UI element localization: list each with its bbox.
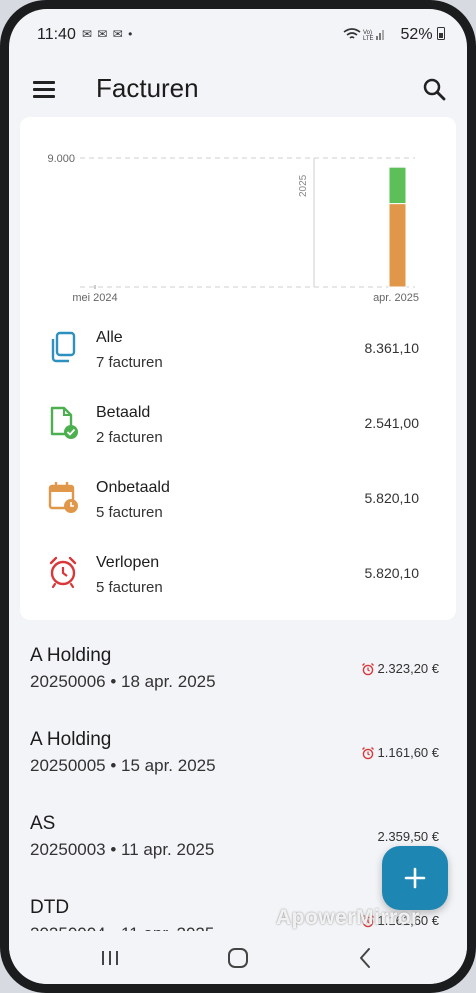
battery-icon [437,27,445,40]
wifi-icon: Vo) LTE [343,28,384,42]
add-invoice-button[interactable] [382,846,448,910]
invoice-chart: 9.000 2025 mei 2024 apr. 2025 [47,153,419,304]
phone-frame: 11:40 ✉ ✉ ✉ • Vo) LTE 52% Facturen 9.000… [0,0,476,993]
y-tick-label: 9.000 [47,153,75,165]
summary-row-verlopen[interactable]: Verlopen 5 facturen 5.820,10 [20,542,456,614]
invoice-client: A Holding [30,645,112,666]
summary-amount: 2.541,00 [364,415,420,431]
back-icon[interactable] [349,943,383,973]
invoice-meta: 20250006 • 18 apr. 2025 [30,672,216,691]
file-check-icon [50,406,78,439]
summary-amount: 8.361,10 [364,340,420,356]
summary-card: 9.000 2025 mei 2024 apr. 2025 Alle 7 fac… [20,117,456,620]
invoice-client: AS [30,813,56,834]
invoice-client: A Holding [30,729,112,750]
invoice-amount: 1.161,60 € [361,745,439,760]
battery-status: 52% [401,26,445,44]
summary-amount: 5.820,10 [364,490,420,506]
summary-row-alle[interactable]: Alle 7 facturen 8.361,10 [20,317,456,389]
summary-count: 5 facturen [96,579,163,596]
invoice-amount-value: 1.161,60 € [377,745,439,760]
system-nav-bar [9,931,467,984]
watermark: ApowerMirror [276,906,420,929]
search-icon[interactable] [422,77,448,103]
summary-label: Alle [96,329,123,346]
invoice-amount-value: 2.323,20 € [377,661,439,676]
invoice-meta: 20250003 • 11 apr. 2025 [30,840,215,859]
signal-icons: Vo) LTE [343,27,387,44]
bar-segment-1 [388,166,407,205]
summary-row-betaald[interactable]: Betaald 2 facturen 2.541,00 [20,392,456,464]
invoice-amount: 2.323,20 € [361,661,439,676]
screen: 11:40 ✉ ✉ ✉ • Vo) LTE 52% Facturen 9.000… [9,9,467,984]
invoice-row[interactable]: A Holding 20250005 • 15 apr. 2025 1.161,… [9,715,467,799]
summary-count: 2 facturen [96,429,163,446]
invoice-meta: 20250005 • 15 apr. 2025 [30,756,216,775]
summary-amount: 5.820,10 [364,565,420,581]
page-title: Facturen [96,73,199,103]
year-marker: 2025 [298,174,309,197]
summary-label: Onbetaald [96,479,170,496]
alarm-icon [361,746,374,759]
menu-icon[interactable] [33,81,55,98]
x-tick-label: apr. 2025 [373,292,419,304]
summary-label: Verlopen [96,554,160,571]
status-bar: 11:40 ✉ ✉ ✉ • Vo) LTE 52% [9,9,467,59]
recent-apps-icon[interactable] [93,943,127,973]
plus-icon [404,867,426,889]
summary-row-onbetaald[interactable]: Onbetaald 5 facturen 5.820,10 [20,467,456,539]
app-bar: Facturen [9,59,467,115]
alarm-icon [49,556,77,589]
summary-count: 5 facturen [96,504,163,521]
invoice-amount-value: 2.359,50 € [377,829,439,844]
x-tick-label: mei 2024 [72,292,117,304]
summary-label: Betaald [96,404,151,421]
copy-icon [51,331,76,363]
svg-text:LTE: LTE [363,36,374,41]
bar-segment-0 [388,203,407,288]
notification-icons: ✉ ✉ ✉ • [82,27,134,41]
chart-bars [388,166,407,288]
summary-count: 7 facturen [96,354,163,371]
battery-percent: 52% [400,26,433,43]
invoice-row[interactable]: A Holding 20250006 • 18 apr. 2025 2.323,… [9,631,467,715]
invoice-amount: 2.359,50 € [378,829,439,844]
status-time: 11:40 [37,26,76,43]
alarm-icon [361,662,374,675]
calendar-clock-icon [48,482,78,513]
home-icon[interactable] [221,943,255,973]
invoice-client: DTD [30,897,70,918]
